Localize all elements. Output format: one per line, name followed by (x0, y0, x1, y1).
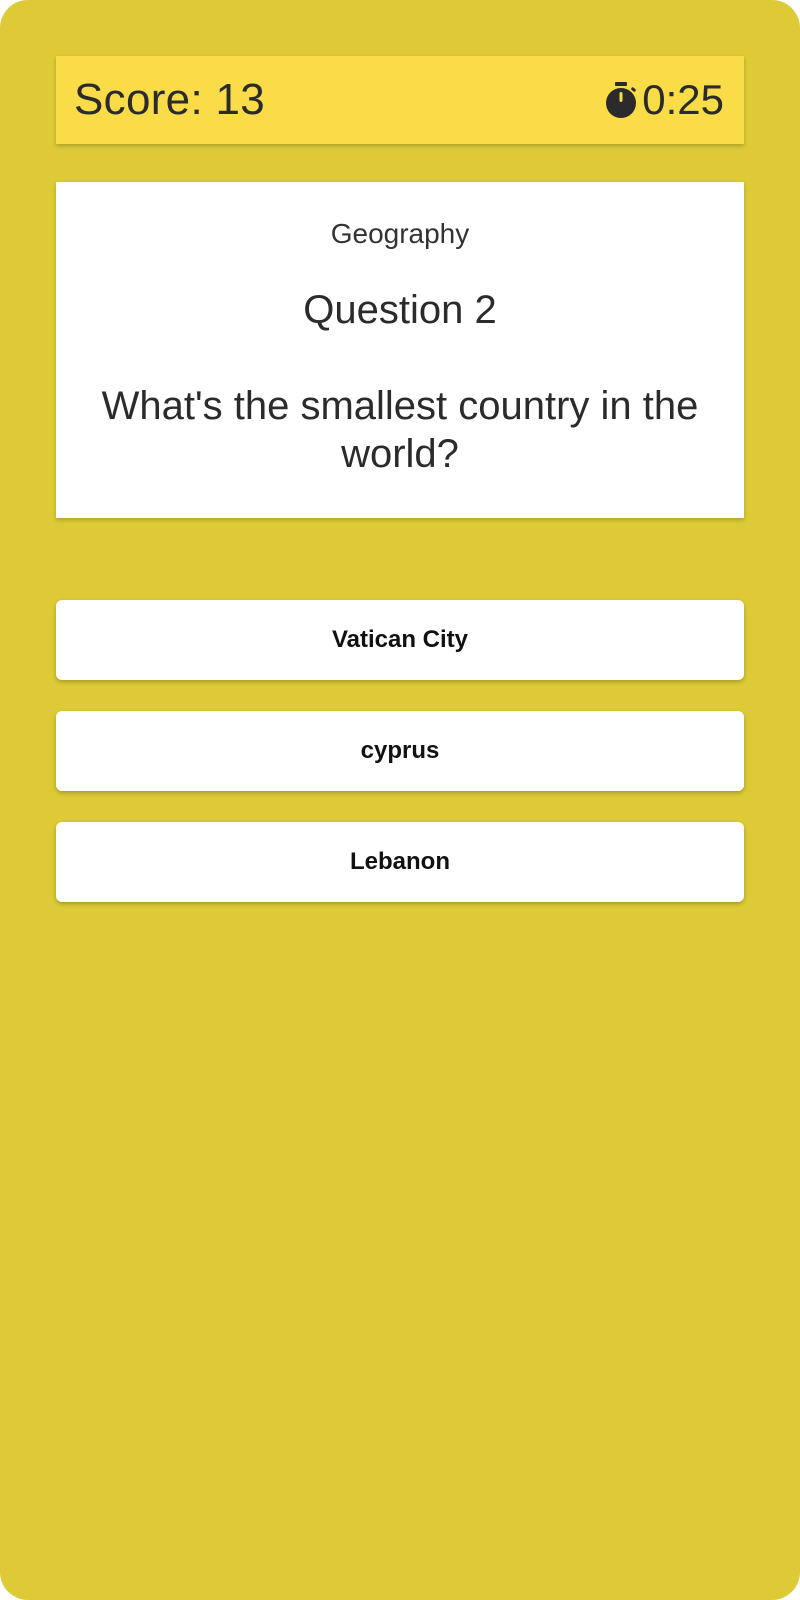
question-text: What's the smallest country in the world… (101, 384, 699, 476)
timer: 0:25 (604, 76, 724, 124)
question-category: Geography (330, 218, 470, 249)
quiz-screen: Score: 13 0:25 Geography Question 2 What… (0, 0, 800, 1600)
stopwatch-icon (606, 82, 637, 118)
answer-button-cyprus[interactable]: cyprus (56, 711, 744, 791)
question-card: Geography Question 2 What's the smallest… (56, 182, 744, 518)
timer-value: 0:25 (642, 76, 724, 123)
answer-button-lebanon[interactable]: Lebanon (56, 822, 744, 902)
answer-button-vatican-city[interactable]: Vatican City (56, 600, 744, 680)
question-number: Question 2 (303, 288, 497, 332)
score-timer-bar: Score: 13 0:25 (56, 56, 744, 144)
score-label: Score: 13 (74, 75, 266, 124)
